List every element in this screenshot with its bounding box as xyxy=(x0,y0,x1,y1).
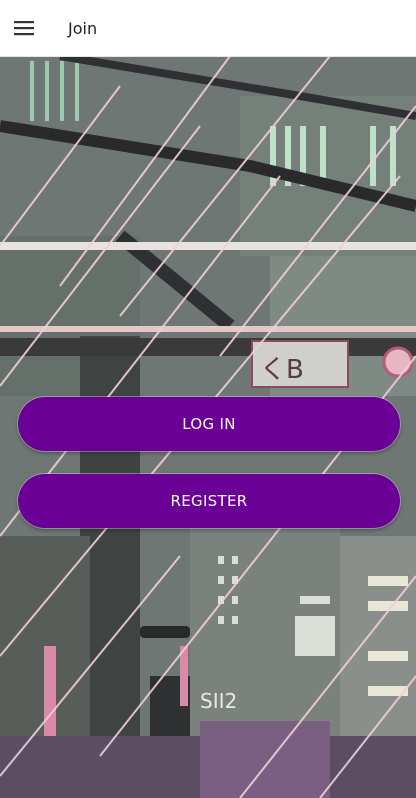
hamburger-menu-icon xyxy=(14,21,34,36)
sign-text-2: SII2 xyxy=(200,689,237,713)
log-in-button[interactable]: LOG IN xyxy=(18,397,400,451)
cyberpunk-city-background: くB SII2 LOG IN REGISTER xyxy=(0,56,416,798)
app-bar: Join xyxy=(0,0,416,57)
menu-button[interactable] xyxy=(0,0,48,56)
page-title: Join xyxy=(68,18,98,38)
register-button[interactable]: REGISTER xyxy=(18,474,400,528)
sign-text-1: くB xyxy=(260,355,304,385)
